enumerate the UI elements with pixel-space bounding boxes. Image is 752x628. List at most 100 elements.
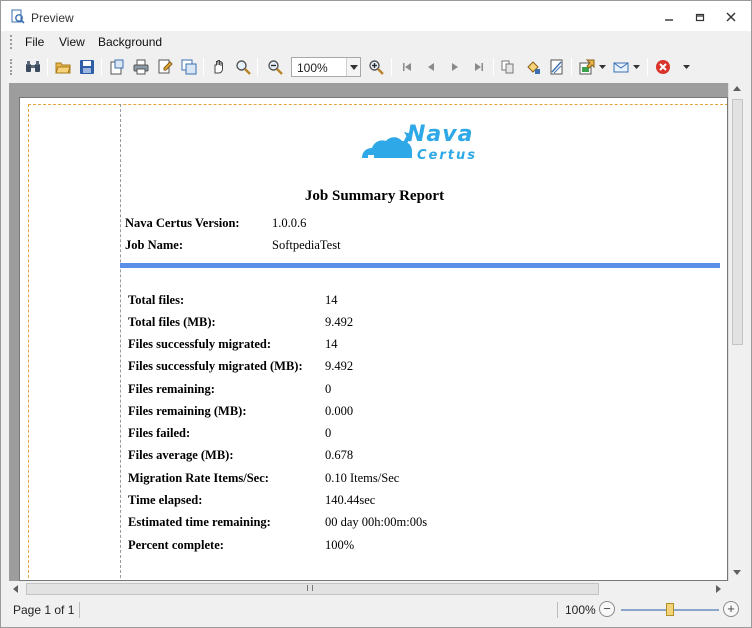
zoom-out-button[interactable]: − [599, 601, 615, 617]
quick-print-icon[interactable] [155, 57, 175, 77]
watermark-icon[interactable] [547, 57, 567, 77]
email-dropdown-chevron-icon[interactable] [631, 57, 641, 77]
zoom-in-icon[interactable] [366, 57, 386, 77]
stat-label: Percent complete: [128, 538, 224, 552]
chevron-down-icon[interactable] [346, 58, 360, 76]
stat-label: Total files: [128, 293, 185, 307]
zoom-out-icon[interactable] [265, 57, 285, 77]
menu-grip-handle[interactable] [10, 35, 13, 49]
horizontal-scrollbar[interactable] [9, 581, 728, 597]
nava-certus-logo: Nava Certus [360, 118, 490, 173]
menu-background[interactable]: Background [98, 35, 162, 49]
zoom-in-button[interactable]: + [723, 601, 739, 617]
toolbar-separator [101, 58, 102, 76]
previous-page-icon[interactable] [421, 57, 441, 77]
stat-value: 0.10 Items/Sec [325, 471, 400, 485]
first-page-icon[interactable] [397, 57, 417, 77]
page-setup-icon[interactable] [107, 57, 127, 77]
preview-app-icon [10, 9, 25, 24]
stat-value: 9.492 [325, 359, 354, 373]
zoom-slider-thumb[interactable] [666, 603, 674, 616]
stat-label: Files average (MB): [128, 448, 234, 462]
export-icon[interactable] [577, 57, 597, 77]
toolbar-grip-handle[interactable] [10, 59, 13, 75]
zoom-out-glyph: − [603, 601, 611, 616]
save-icon[interactable] [77, 57, 97, 77]
stat-label: Files remaining: [128, 382, 215, 396]
toolbar-separator [647, 58, 648, 76]
stat-label: Files successfuly migrated (MB): [128, 359, 303, 373]
stat-value: 0 [325, 382, 332, 396]
page-indicator: Page 1 of 1 [13, 603, 75, 617]
logo-brand-name: Nava [407, 122, 474, 147]
hand-tool-icon[interactable] [209, 57, 229, 77]
magnifier-icon[interactable] [233, 57, 253, 77]
zoom-combobox-value: 100% [297, 61, 328, 75]
minimize-button[interactable] [657, 7, 681, 27]
stat-label: Files failed: [128, 426, 191, 440]
export-dropdown-chevron-icon[interactable] [597, 57, 607, 77]
title-bar: Preview [1, 1, 751, 31]
restore-button[interactable] [688, 7, 712, 27]
toolbar-separator [571, 58, 572, 76]
zoom-combobox[interactable]: 100% [291, 57, 361, 77]
vertical-scroll-thumb[interactable] [732, 99, 743, 345]
last-page-icon[interactable] [469, 57, 489, 77]
scale-icon[interactable] [179, 57, 199, 77]
background-color-icon[interactable] [523, 57, 543, 77]
open-folder-icon[interactable] [53, 57, 73, 77]
report-page: Nava Certus Job Summary Report Nava Cert… [19, 97, 728, 581]
scroll-left-icon[interactable] [9, 582, 26, 596]
scroll-up-icon[interactable] [729, 83, 746, 97]
stat-label: Total files (MB): [128, 315, 216, 329]
toolbar-separator [47, 58, 48, 76]
stat-label: Time elapsed: [128, 493, 203, 507]
scroll-down-icon[interactable] [729, 567, 746, 581]
send-email-icon[interactable] [611, 57, 631, 77]
stat-value: 14 [325, 337, 338, 351]
toolbar: 100% [9, 54, 699, 80]
toolbar-overflow-chevron-icon[interactable] [681, 57, 693, 77]
stat-value: 100% [325, 538, 355, 552]
job-name-label: Job Name: [125, 238, 183, 252]
version-value: 1.0.0.6 [272, 216, 307, 230]
stat-label: Files remaining (MB): [128, 404, 247, 418]
logo-brand-sub: Certus [417, 148, 477, 163]
window-title: Preview [31, 11, 74, 25]
page-inner-guide [120, 104, 121, 580]
stat-value: 14 [325, 293, 338, 307]
close-button[interactable] [719, 7, 743, 27]
stat-value: 9.492 [325, 315, 354, 329]
page-margin-top-guide [28, 104, 727, 105]
page-margin-left-guide [28, 104, 29, 580]
stat-value: 0 [325, 426, 332, 440]
zoom-in-glyph: + [727, 601, 735, 616]
next-page-icon[interactable] [445, 57, 465, 77]
preview-window: Preview File View Background 100% Nava C… [0, 0, 752, 628]
status-bar: Page 1 of 1 100% − + [9, 599, 745, 621]
status-zoom-value: 100% [565, 603, 596, 617]
stat-value: 0.000 [325, 404, 354, 418]
version-label: Nava Certus Version: [125, 216, 240, 230]
menu-view[interactable]: View [59, 35, 85, 49]
toolbar-separator [493, 58, 494, 76]
binoculars-icon[interactable] [23, 57, 43, 77]
toolbar-separator [391, 58, 392, 76]
stat-label: Estimated time remaining: [128, 515, 271, 529]
menu-bar: File View Background [9, 32, 745, 52]
print-icon[interactable] [131, 57, 151, 77]
stat-value: 140.44sec [325, 493, 376, 507]
toolbar-separator [203, 58, 204, 76]
scrollbar-corner [728, 581, 745, 597]
stat-value: 00 day 00h:00m:00s [325, 515, 428, 529]
stat-label: Files successfuly migrated: [128, 337, 272, 351]
scroll-thumb-grip [307, 585, 313, 591]
scroll-right-icon[interactable] [712, 582, 729, 596]
status-separator [79, 602, 80, 618]
vertical-scrollbar[interactable] [728, 83, 745, 581]
menu-file[interactable]: File [25, 35, 44, 49]
stat-label: Migration Rate Items/Sec: [128, 471, 269, 485]
close-preview-icon[interactable] [653, 57, 673, 77]
multiple-pages-icon[interactable] [499, 57, 519, 77]
stat-value: 0.678 [325, 448, 354, 462]
